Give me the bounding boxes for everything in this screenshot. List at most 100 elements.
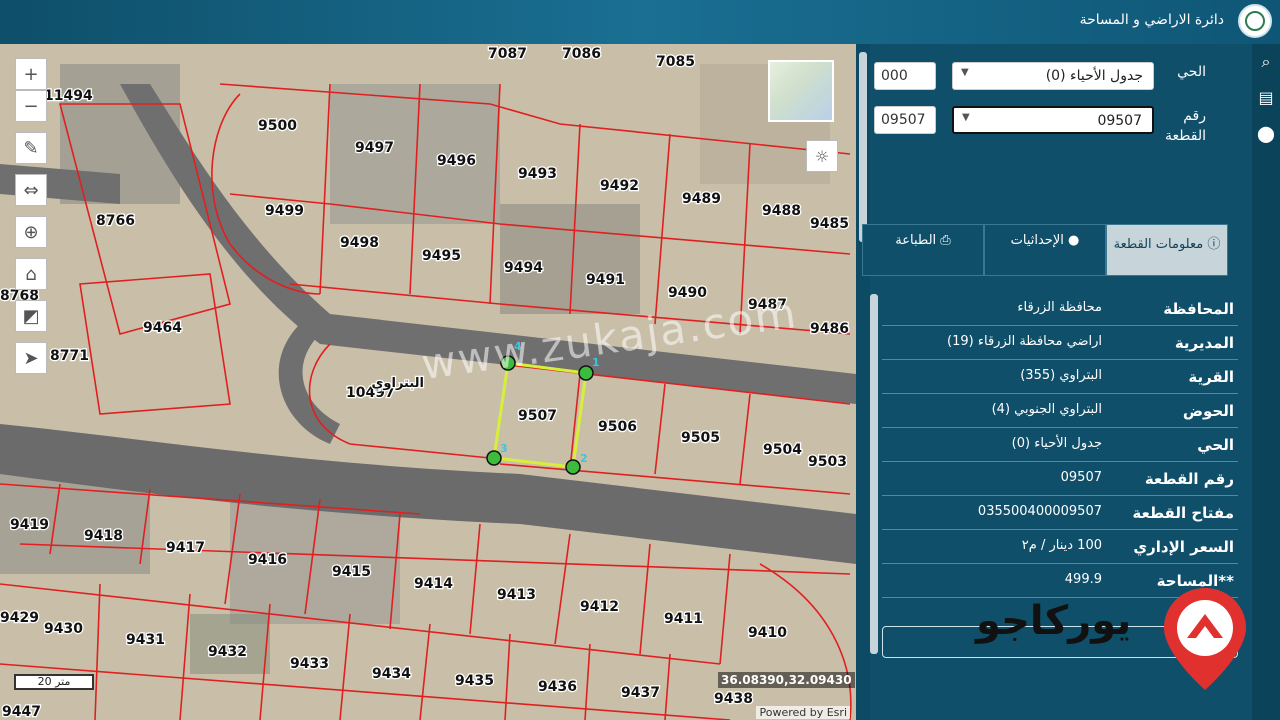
parcel-label: 9434 — [372, 666, 411, 682]
parcel-label: 9414 — [414, 576, 453, 592]
area-label: البتراوي — [372, 376, 425, 391]
parcel-label: 9413 — [497, 587, 536, 603]
parcel-label: 9431 — [126, 632, 165, 648]
info-row: مفتاح القطعة 035500400009507 — [882, 496, 1238, 530]
parcel-label: 9485 — [810, 216, 849, 232]
hay-select[interactable]: جدول الأحياء (0) ▼ — [952, 62, 1154, 90]
esri-attribution: Powered by Esri — [756, 706, 850, 719]
watermark-logo-icon — [1164, 588, 1246, 690]
parcel-label: 9505 — [681, 430, 720, 446]
parcel-label: 9504 — [763, 442, 802, 458]
info-key: مفتاح القطعة — [1132, 504, 1234, 522]
info-value: 035500400009507 — [977, 504, 1102, 519]
zoom-in-button[interactable]: + — [15, 58, 47, 90]
info-value: 100 دينار / م٢ — [1021, 538, 1102, 553]
parcel-label: 9464 — [143, 320, 182, 336]
parcel-label: 9433 — [290, 656, 329, 672]
basemap-toggle-button[interactable] — [768, 60, 834, 122]
parcel-label: 9489 — [682, 191, 721, 207]
info-key: المديرية — [1174, 334, 1234, 352]
parcel-label: 9499 — [265, 203, 304, 219]
info-icon: ⓘ — [1203, 237, 1221, 252]
info-value: محافظة الزرقاء — [1017, 300, 1102, 315]
tab-parcel-info[interactable]: ⓘ معلومات القطعة — [1106, 224, 1228, 276]
vertex-label: 2 — [580, 452, 588, 465]
parcel-label: 9432 — [208, 644, 247, 660]
parcel-number-label: رقم القطعة — [1165, 108, 1206, 144]
parcel-label: 9415 — [332, 564, 371, 580]
map-scrollbar[interactable] — [856, 44, 870, 720]
zoom-out-button[interactable]: − — [15, 90, 47, 122]
info-value: البتراوي الجنوبي (4) — [991, 402, 1102, 417]
tab-print[interactable]: ⎙ الطباعة — [862, 224, 984, 276]
parcel-label: 9493 — [518, 166, 557, 182]
parcel-select-value: 09507 — [1097, 113, 1142, 129]
parcel-label: 9429 — [0, 610, 39, 626]
parcel-label: 9447 — [2, 704, 41, 720]
measure-icon[interactable]: ⇔ — [15, 174, 47, 206]
parcel-label: 9417 — [166, 540, 205, 556]
coordinates-readout: 36.08390,32.09430 — [718, 672, 855, 688]
area-measure-icon[interactable]: ◩ — [15, 300, 47, 332]
parcel-label: 9435 — [455, 673, 494, 689]
hay-code-input[interactable]: 000 — [874, 62, 936, 90]
info-row: الحي جدول الأحياء (0) — [882, 428, 1238, 462]
info-value: 499.9 — [1064, 572, 1102, 587]
info-key: المحافظة — [1163, 300, 1234, 318]
info-row: رقم القطعة 09507 — [882, 462, 1238, 496]
parcel-label: 11494 — [44, 88, 93, 104]
parcel-label: 8766 — [96, 213, 135, 229]
parcel-label: 9410 — [748, 625, 787, 641]
info-row: الحوض البتراوي الجنوبي (4) — [882, 394, 1238, 428]
tab-coordinates[interactable]: ● الإحداثيات — [984, 224, 1106, 276]
parcel-label: 9500 — [258, 118, 297, 134]
department-logo-icon — [1238, 4, 1272, 38]
tab-label: معلومات القطعة — [1113, 237, 1204, 252]
panel-tabs: ⓘ معلومات القطعة ● الإحداثيات ⎙ الطباعة — [862, 224, 1240, 276]
draw-pencil-icon[interactable]: ✎ — [15, 132, 47, 164]
right-rail: ⌕ ▤ ⬤ — [1252, 44, 1280, 720]
info-value: البتراوي (355) — [1020, 368, 1102, 383]
parcel-code-input[interactable]: 09507 — [874, 106, 936, 134]
top-header: دائرة الاراضي و المساحة — [0, 0, 1280, 44]
parcel-label: 9506 — [598, 419, 637, 435]
brightness-icon[interactable]: ☼ — [806, 140, 838, 172]
info-row: المديرية اراضي محافظة الزرقاء (19) — [882, 326, 1238, 360]
locate-icon[interactable]: ⊕ — [15, 216, 47, 248]
info-scrollbar[interactable] — [870, 294, 878, 654]
info-row: المحافظة محافظة الزرقاء — [882, 292, 1238, 326]
parcel-label: 9486 — [810, 321, 849, 337]
parcel-label: 9494 — [504, 260, 543, 276]
parcel-label: 9418 — [84, 528, 123, 544]
pin-icon: ● — [1063, 233, 1080, 248]
vertex-label: 3 — [500, 442, 508, 455]
parcel-label: 9503 — [808, 454, 847, 470]
parcel-label: 9496 — [437, 153, 476, 169]
parcel-label: 7087 — [488, 46, 527, 62]
scale-bar: 20 متر — [14, 674, 94, 690]
info-key: القرية — [1188, 368, 1234, 386]
layers-icon[interactable]: ▤ — [1256, 88, 1276, 108]
parcel-label: 8771 — [50, 348, 89, 364]
info-key: الحوض — [1182, 402, 1234, 420]
app-title: دائرة الاراضي و المساحة — [1079, 12, 1224, 28]
parcel-label: 9419 — [10, 517, 49, 533]
chevron-down-icon: ▼ — [961, 67, 969, 78]
info-key: الحي — [1197, 436, 1234, 454]
app-root: دائرة الاراضي و المساحة 1 2 3 4 7087 708… — [0, 0, 1280, 720]
map-view[interactable]: 1 2 3 4 7087 7086 7085 11494 9500 9497 9… — [0, 44, 856, 720]
info-row: السعر الإداري 100 دينار / م٢ — [882, 530, 1238, 564]
parcel-label: 9436 — [538, 679, 577, 695]
parcel-label: 9497 — [355, 140, 394, 156]
info-value: جدول الأحياء (0) — [1011, 436, 1102, 451]
search-icon[interactable]: ⌕ — [1256, 52, 1276, 72]
parcel-label: 7085 — [656, 54, 695, 70]
parcel-label: 9430 — [44, 621, 83, 637]
parcel-label: 9416 — [248, 552, 287, 568]
home-icon[interactable]: ⌂ — [15, 258, 47, 290]
compass-icon[interactable]: ➤ — [15, 342, 47, 374]
location-pin-icon[interactable]: ⬤ — [1256, 124, 1276, 144]
watermark-brand: يوركاجو — [976, 598, 1132, 644]
parcel-select[interactable]: 09507 ▼ — [952, 106, 1154, 134]
parcel-label: 9507 — [518, 408, 557, 424]
